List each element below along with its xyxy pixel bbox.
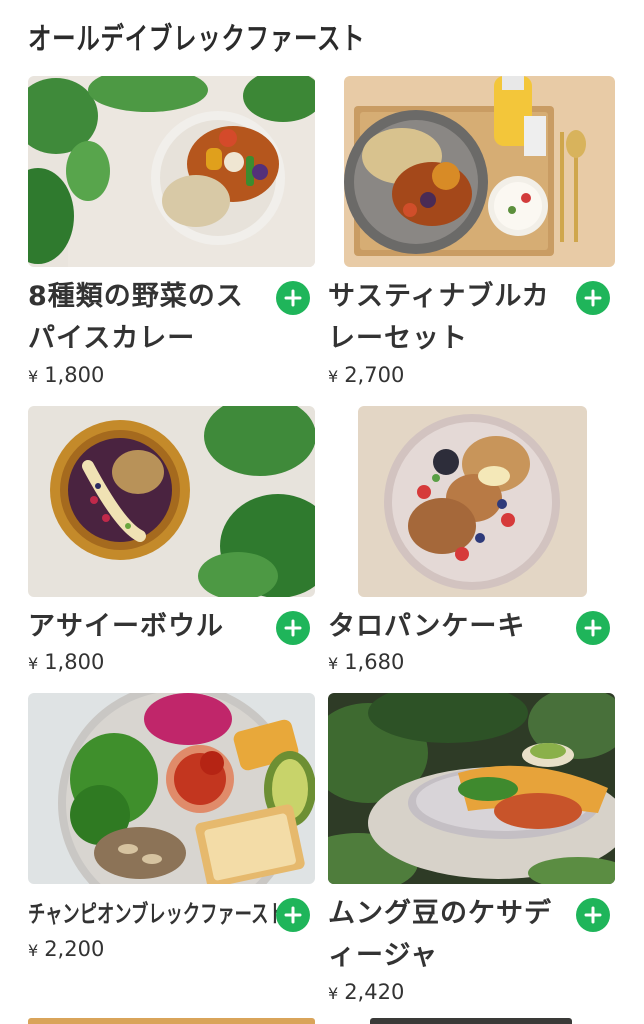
item-name[interactable]: ムング豆のケサディージャ bbox=[328, 893, 568, 977]
price-value: 2,420 bbox=[344, 980, 405, 1004]
item-name[interactable]: 8種類の野菜のスパイスカレー bbox=[28, 276, 268, 360]
item-name[interactable]: サスティナブルカレーセット bbox=[328, 276, 568, 360]
curry-set-photo[interactable] bbox=[344, 76, 615, 267]
currency-symbol: ¥ bbox=[28, 654, 39, 673]
menu-grid: 8種類の野菜のスパイスカレー ¥1,800 サスティナブルカレーセット ¥ 2,… bbox=[0, 0, 644, 1024]
add-to-cart-button[interactable] bbox=[576, 611, 610, 645]
item-price: ¥1,680 bbox=[328, 650, 404, 674]
plus-icon bbox=[284, 906, 302, 924]
item-price: ¥2,200 bbox=[28, 937, 104, 961]
add-to-cart-button[interactable] bbox=[576, 281, 610, 315]
currency-symbol: ¥ bbox=[28, 367, 39, 386]
currency-symbol: ¥ bbox=[328, 984, 339, 1003]
acai-bowl-photo[interactable] bbox=[28, 406, 315, 597]
price-value: 1,800 bbox=[44, 650, 105, 674]
plus-icon bbox=[584, 619, 602, 637]
item-name[interactable]: チャンピオンブレックファースト bbox=[28, 893, 286, 935]
spice-curry-photo[interactable] bbox=[28, 76, 315, 267]
item-name[interactable]: タロパンケーキ bbox=[328, 606, 568, 648]
plus-icon bbox=[284, 289, 302, 307]
price-value: 2,200 bbox=[44, 937, 105, 961]
plus-icon bbox=[284, 619, 302, 637]
mung-bean-quesadilla-photo[interactable] bbox=[328, 693, 615, 884]
price-value: 2,700 bbox=[344, 363, 405, 387]
item-price: ¥1,800 bbox=[28, 650, 104, 674]
champion-breakfast-photo[interactable] bbox=[28, 693, 315, 884]
add-to-cart-button[interactable] bbox=[276, 898, 310, 932]
next-item-photo-edge[interactable] bbox=[370, 1018, 572, 1024]
item-price: ¥2,420 bbox=[328, 980, 404, 1004]
next-item-photo-edge[interactable] bbox=[28, 1018, 315, 1024]
add-to-cart-button[interactable] bbox=[276, 611, 310, 645]
currency-symbol: ¥ bbox=[328, 367, 339, 386]
plus-icon bbox=[584, 906, 602, 924]
item-price: ¥1,800 bbox=[28, 363, 104, 387]
price-value: 1,680 bbox=[344, 650, 405, 674]
currency-symbol: ¥ bbox=[328, 654, 339, 673]
add-to-cart-button[interactable] bbox=[276, 281, 310, 315]
plus-icon bbox=[584, 289, 602, 307]
add-to-cart-button[interactable] bbox=[576, 898, 610, 932]
currency-symbol: ¥ bbox=[28, 941, 39, 960]
item-price: ¥2,700 bbox=[328, 363, 404, 387]
item-name[interactable]: アサイーボウル bbox=[28, 606, 268, 648]
price-value: 1,800 bbox=[44, 363, 105, 387]
taro-pancake-photo[interactable] bbox=[358, 406, 587, 597]
